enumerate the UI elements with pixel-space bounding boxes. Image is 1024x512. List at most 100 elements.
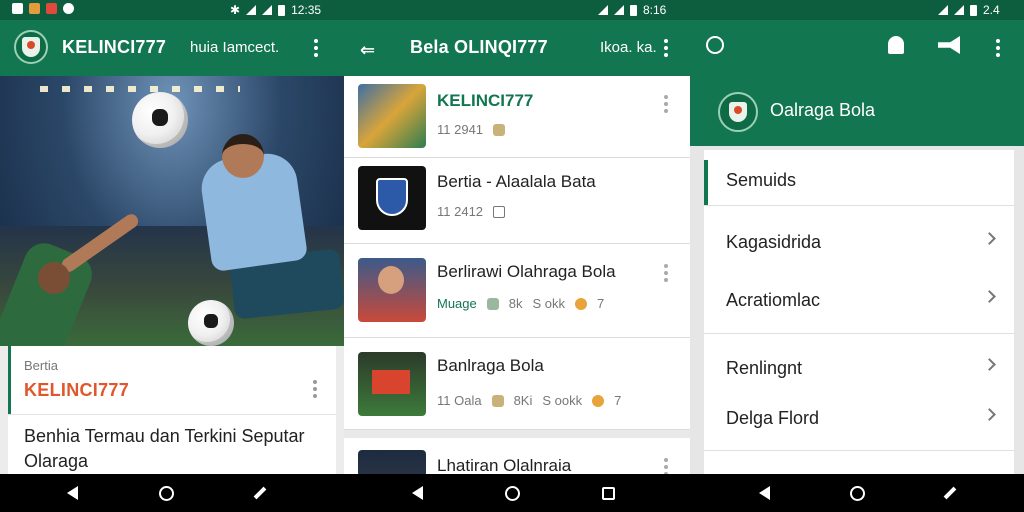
menu-item-label: Semuids: [726, 170, 797, 190]
wifi-icon: [598, 5, 608, 15]
item-thumbnail: [358, 84, 426, 148]
signal-icon: [954, 5, 964, 15]
back-arrow-icon[interactable]: ⇐: [360, 40, 375, 61]
list-item[interactable]: KELINCI777 11 2941: [344, 76, 690, 158]
comment-icon: [491, 394, 504, 407]
more-vert-icon[interactable]: [312, 380, 318, 398]
nav-back-icon[interactable]: [62, 483, 82, 503]
item-thumbnail: [358, 258, 426, 322]
item-thumbnail: [358, 450, 426, 474]
status-time-3: 2.4: [983, 3, 1000, 17]
nav-back-icon[interactable]: [407, 483, 427, 503]
item-date: 11 2412: [437, 204, 484, 219]
more-vert-icon[interactable]: [995, 39, 1001, 57]
app-subtitle[interactable]: Ikoa. ka.: [600, 39, 657, 56]
signal-icon: [262, 5, 273, 15]
divider: [704, 450, 1014, 451]
alert-notification-icon: [46, 3, 57, 14]
app-subtitle[interactable]: huia Iamcect.: [190, 39, 279, 56]
list-item[interactable]: Lhatiran Olalnraia: [344, 438, 690, 474]
app-bar: KELINCI777 huia Iamcect.: [0, 20, 344, 76]
nav-recents-icon[interactable]: [598, 483, 618, 503]
drawer-header: Oalraga Bola: [690, 76, 1024, 146]
menu-item-label: Acratiomlac: [726, 290, 821, 310]
nav-home-icon[interactable]: [156, 483, 176, 503]
list-item[interactable]: Banlraga Bola 11 Oala 8Ki S ookk 7: [344, 338, 690, 430]
more-vert-icon[interactable]: [663, 458, 669, 474]
like-icon: [592, 394, 605, 407]
item-date: 11 Oala: [437, 393, 482, 408]
more-vert-icon[interactable]: [663, 95, 669, 113]
search-icon[interactable]: [706, 36, 724, 54]
comment-icon: [486, 297, 499, 310]
list-item[interactable]: Bertia - Alaalala Bata 11 2412: [344, 158, 690, 244]
app-title: Bela OLINQI777: [410, 37, 548, 57]
hero-image[interactable]: [0, 76, 344, 346]
status-bar: ✱ 12:35 8:16 2.4: [0, 0, 1024, 20]
more-vert-icon[interactable]: [663, 39, 669, 57]
home-panel: KELINCI777 huia Iamcect. Bertia KELINCI7…: [0, 20, 344, 474]
item-title: Lhatiran Olalnraia: [437, 456, 572, 474]
divider: [704, 333, 1014, 334]
drawer-panel: Oalraga Bola Semuids Kagasidrida Acratio…: [690, 20, 1024, 474]
item-likes: 7: [597, 296, 605, 311]
app-logo[interactable]: [14, 30, 48, 64]
location-icon: [63, 3, 74, 14]
news-headline[interactable]: Benhia Termau dan Terkini Seputar Olarag…: [24, 424, 324, 474]
nav-back-icon[interactable]: [754, 483, 774, 503]
nav-home-icon[interactable]: [847, 483, 867, 503]
app-notification-icon: [29, 3, 40, 14]
more-vert-icon[interactable]: [663, 264, 669, 282]
megaphone-icon[interactable]: [938, 36, 960, 54]
battery-icon: [970, 4, 977, 16]
status-notification-icons: [12, 3, 74, 14]
list-item[interactable]: Berlirawi Olahraga Bola Muage 8k S okk 7: [344, 244, 690, 338]
item-meta: Muage 8k S okk 7: [437, 296, 604, 311]
card-accent-bar: [8, 346, 11, 414]
app-bar: [690, 20, 1024, 76]
nav-home-icon[interactable]: [502, 483, 522, 503]
chevron-right-icon: [983, 290, 996, 303]
item-meta: 11 2412: [437, 204, 506, 219]
drawer-menu: Semuids Kagasidrida Acratiomlac Renlingn…: [704, 150, 1014, 474]
app-title: KELINCI777: [62, 37, 167, 57]
wifi-icon: [246, 5, 257, 15]
player-blue-head: [222, 134, 264, 178]
bell-icon[interactable]: [888, 36, 904, 54]
item-source: Muage: [437, 296, 477, 311]
chevron-right-icon: [983, 358, 996, 371]
item-title: Bertia - Alaalala Bata: [437, 172, 596, 191]
item-date: 11 2941: [437, 122, 484, 137]
signal-icon: [614, 5, 624, 15]
list-panel: ⇐ Bela OLINQI777 Ikoa. ka. KELINCI777 11…: [344, 20, 690, 474]
bluetooth-icon: ✱: [230, 3, 241, 17]
menu-item-label: Kagasidrida: [726, 232, 822, 252]
nav-edit-icon[interactable]: [250, 483, 270, 503]
menu-item-label: Renlingnt: [726, 358, 803, 378]
divider: [8, 414, 336, 415]
item-meta: 11 Oala 8Ki S ookk 7: [437, 393, 621, 408]
item-title: KELINCI777: [437, 91, 534, 110]
divider: [704, 205, 1014, 206]
news-source: KELINCI777: [24, 380, 130, 400]
item-views: 8Ki: [513, 393, 533, 408]
soccer-ball-icon: [132, 92, 188, 148]
soccer-ball-icon: [188, 300, 234, 346]
tag-icon: [493, 123, 506, 136]
chevron-right-icon: [983, 232, 996, 245]
featured-news-card[interactable]: Bertia KELINCI777 Benhia Termau dan Terk…: [8, 346, 336, 474]
item-title: Banlraga Bola: [437, 356, 544, 375]
item-likes: 7: [614, 393, 622, 408]
battery-icon: [630, 4, 637, 16]
more-vert-icon[interactable]: [313, 39, 319, 57]
item-shares: S okk: [532, 296, 565, 311]
item-shares: S ookk: [542, 393, 583, 408]
status-system-icons-2: 8:16: [598, 3, 666, 17]
nav-edit-icon[interactable]: [940, 483, 960, 503]
item-views: 8k: [508, 296, 523, 311]
menu-item-label: Delga Flord: [726, 408, 820, 428]
stadium-lights: [40, 86, 240, 92]
player-green-head: [38, 262, 70, 294]
chevron-right-icon: [983, 408, 996, 421]
drawer-logo: [718, 92, 758, 132]
